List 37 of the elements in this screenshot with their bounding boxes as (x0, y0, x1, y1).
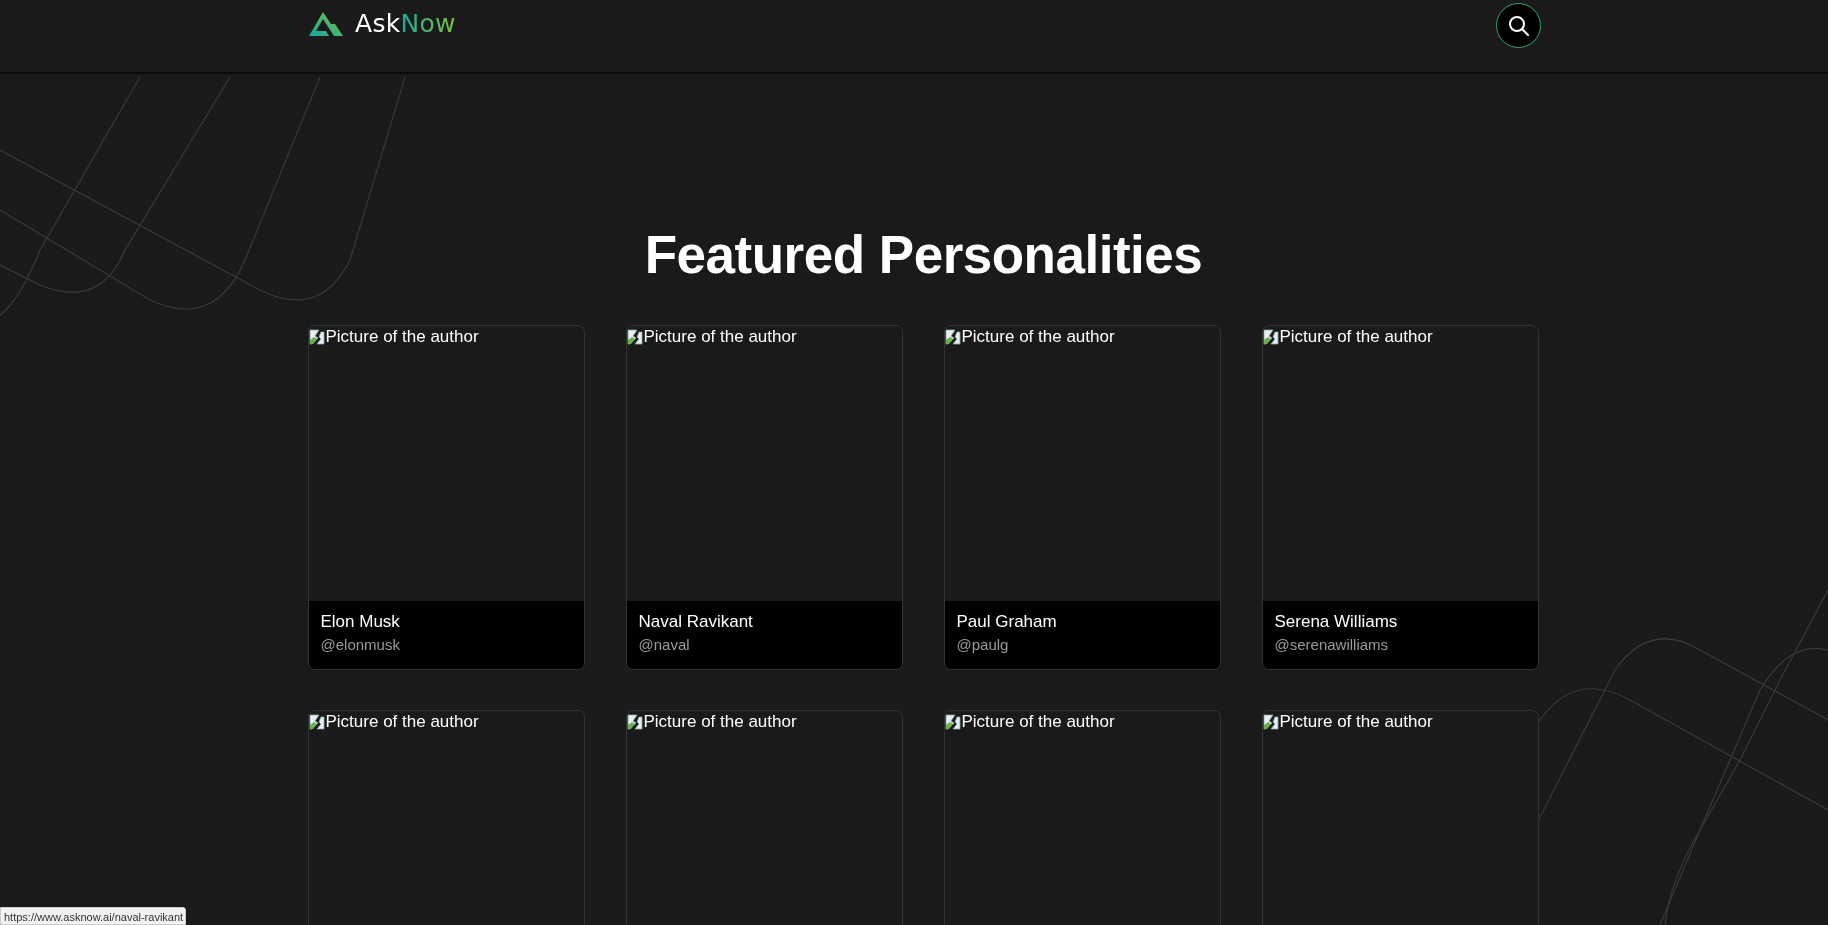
personality-card[interactable]: Picture of the author Naval Ravikant @naval (625, 325, 903, 670)
person-handle: @paulg (956, 636, 1010, 653)
person-handle: @serenawilliams (1274, 636, 1390, 653)
personality-card[interactable]: Picture of the author Paul Graham @paulg (943, 325, 1221, 670)
asknow-logo[interactable]: AskNow (309, 9, 456, 38)
person-name: Naval Ravikant (638, 612, 754, 632)
broken-image-icon (626, 329, 643, 345)
broken-image-icon (944, 714, 961, 730)
image-alt-text: Picture of the author (643, 327, 797, 347)
person-handle: @elonmusk (320, 636, 401, 653)
person-name: Elon Musk (320, 612, 401, 632)
image-alt-text: Picture of the author (961, 327, 1115, 347)
image-alt-text: Picture of the author (1279, 327, 1433, 347)
broken-image-icon (626, 714, 643, 730)
personality-card[interactable]: Picture of the author (1261, 710, 1539, 925)
person-name: Paul Graham (956, 612, 1058, 632)
search-icon (1506, 13, 1531, 38)
broken-image-icon (1262, 329, 1279, 345)
broken-image-icon (1262, 714, 1279, 730)
broken-image-icon (308, 714, 325, 730)
image-alt-text: Picture of the author (643, 712, 797, 732)
broken-image-icon (944, 329, 961, 345)
personality-card[interactable]: Picture of the author (625, 710, 903, 925)
person-name: Serena Williams (1274, 612, 1399, 632)
broken-image-icon (308, 329, 325, 345)
image-alt-text: Picture of the author (961, 712, 1115, 732)
link-url-status: https://www.asknow.ai/naval-ravikant (0, 907, 187, 925)
personality-card[interactable]: Picture of the author Serena Williams @serenawilliams (1261, 325, 1539, 670)
image-alt-text: Picture of the author (325, 327, 479, 347)
image-alt-text: Picture of the author (325, 712, 479, 732)
image-alt-text: Picture of the author (1279, 712, 1433, 732)
person-handle: @naval (638, 636, 691, 653)
search-button[interactable] (1496, 3, 1541, 48)
personality-card[interactable]: Picture of the author Elon Musk @elonmusk (307, 325, 585, 670)
page-title: Featured Personalities (644, 224, 1203, 285)
personality-card[interactable]: Picture of the author (943, 710, 1221, 925)
personality-card[interactable]: Picture of the author (307, 710, 585, 925)
